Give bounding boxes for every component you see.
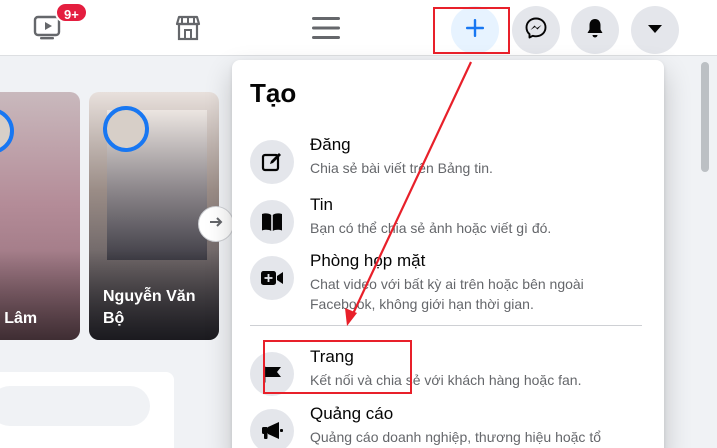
item-description: Chia sẻ bài viết trên Bảng tin. [310,160,493,176]
messenger-icon [525,17,547,44]
item-description: Chat video với bất kỳ ai trên hoặc bên n… [310,276,584,312]
item-title: Đăng [310,135,351,154]
item-description: Bạn có thể chia sẻ ảnh hoặc viết gì đó. [310,220,552,236]
item-title: Phòng họp mặt [310,251,426,270]
menu-divider [250,325,642,326]
story-author-name: Nguyễn Văn Bộ [103,288,196,327]
video-plus-icon [250,256,294,300]
book-open-icon [250,200,294,244]
avatar [103,106,149,152]
create-ad-item[interactable]: Quảng cáo Quảng cáo doanh nghiệp, thương… [246,399,650,448]
scrollbar-thumb[interactable] [701,62,709,172]
messenger-button[interactable] [512,6,560,54]
compose-icon [250,140,294,184]
account-menu-button[interactable] [631,6,679,54]
create-room-item[interactable]: Phòng họp mặt Chat video với bất kỳ ai t… [246,246,650,314]
create-post-item[interactable]: Đăng Chia sẻ bài viết trên Bảng tin. [246,130,650,190]
stories-section: n Lâm Nguyễn Văn Bộ [0,56,240,448]
avatar [0,108,14,154]
scrollbar[interactable] [699,62,711,448]
hamburger-menu-icon[interactable] [306,8,346,48]
megaphone-icon [250,409,294,448]
stories-next-button[interactable] [198,206,234,242]
bell-icon [584,17,606,44]
item-description: Quảng cáo doanh nghiệp, thương hiệu hoặc… [310,429,601,445]
story-card[interactable]: n Lâm [0,92,80,340]
highlight-box-create [433,7,510,54]
item-title: Tin [310,195,333,214]
arrow-right-icon [209,215,223,234]
top-navigation-bar: 9+ [0,0,717,56]
notifications-button[interactable] [571,6,619,54]
composer-input[interactable] [0,386,150,426]
post-composer [0,372,174,448]
caret-down-icon [647,21,663,39]
storefront-icon[interactable] [168,8,208,48]
highlight-box-page [263,340,412,394]
create-story-item[interactable]: Tin Bạn có thể chia sẻ ảnh hoặc viết gì … [246,190,650,250]
panel-title: Tạo [250,78,297,108]
notification-count-badge: 9+ [55,2,88,23]
story-author-name: n Lâm [0,310,38,327]
item-title: Quảng cáo [310,404,394,423]
